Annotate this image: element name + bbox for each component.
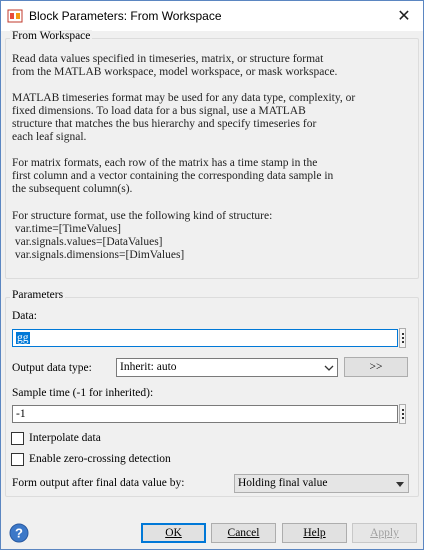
zero-crossing-label: Enable zero-crossing detection [29,453,171,465]
close-button[interactable]: ✕ [387,2,421,29]
description-line: structure that matches the bus hierarchy… [12,118,317,130]
output-type-select[interactable]: Inherit: auto [116,358,338,377]
data-input[interactable]: gg [12,329,398,347]
sample-time-input[interactable]: -1 [12,405,398,423]
description-line: var.time=[TimeValues] [12,223,121,235]
description-line: MATLAB timeseries format may be used for… [12,92,356,104]
zero-crossing-checkbox[interactable] [11,453,24,466]
description-line: from the MATLAB workspace, model workspa… [12,66,338,78]
sample-time-value: -1 [16,408,26,420]
data-type-assistant-button[interactable]: >> [344,357,408,377]
title-bar[interactable]: Block Parameters: From Workspace ✕ [1,1,423,31]
data-more-button[interactable] [399,328,406,348]
data-value: gg [16,332,30,344]
close-icon: ✕ [397,7,411,25]
interpolate-checkbox[interactable] [11,432,24,445]
help-button[interactable]: Help [282,523,347,543]
description-line: fixed dimensions. To load data for a bus… [12,105,306,117]
description-legend: From Workspace [10,30,93,42]
sample-time-label: Sample time (-1 for inherited): [12,387,154,399]
caret-down-icon [396,482,404,487]
output-type-label: Output data type: [12,362,92,374]
form-output-label: Form output after final data value by: [12,477,185,489]
ok-button[interactable]: OK [141,523,206,543]
chevron-down-icon [324,365,334,371]
description-line: var.signals.dimensions=[DimValues] [12,249,185,261]
output-type-value: Inherit: auto [120,361,177,373]
data-label: Data: [12,310,37,322]
form-output-value: Holding final value [238,477,328,489]
cancel-button[interactable]: Cancel [211,523,276,543]
sample-time-more-button[interactable] [399,404,406,424]
interpolate-label: Interpolate data [29,432,101,444]
help-icon[interactable]: ? [9,523,29,543]
description-line: the subsequent column(s). [12,183,133,195]
window-title: Block Parameters: From Workspace [29,9,222,23]
description-line: Read data values specified in timeseries… [12,53,324,65]
parameters-legend: Parameters [10,289,66,301]
apply-button[interactable]: Apply [352,523,417,543]
simulink-app-icon [7,9,23,23]
description-line: For matrix formats, each row of the matr… [12,157,318,169]
description-line: each leaf signal. [12,131,87,143]
form-output-select[interactable]: Holding final value [234,474,409,493]
description-line: For structure format, use the following … [12,210,273,222]
block-parameters-dialog: Block Parameters: From Workspace ✕ From … [0,0,424,550]
svg-text:?: ? [15,526,23,541]
description-line: var.signals.values=[DataValues] [12,236,163,248]
description-line: first column and a vector containing the… [12,170,334,182]
